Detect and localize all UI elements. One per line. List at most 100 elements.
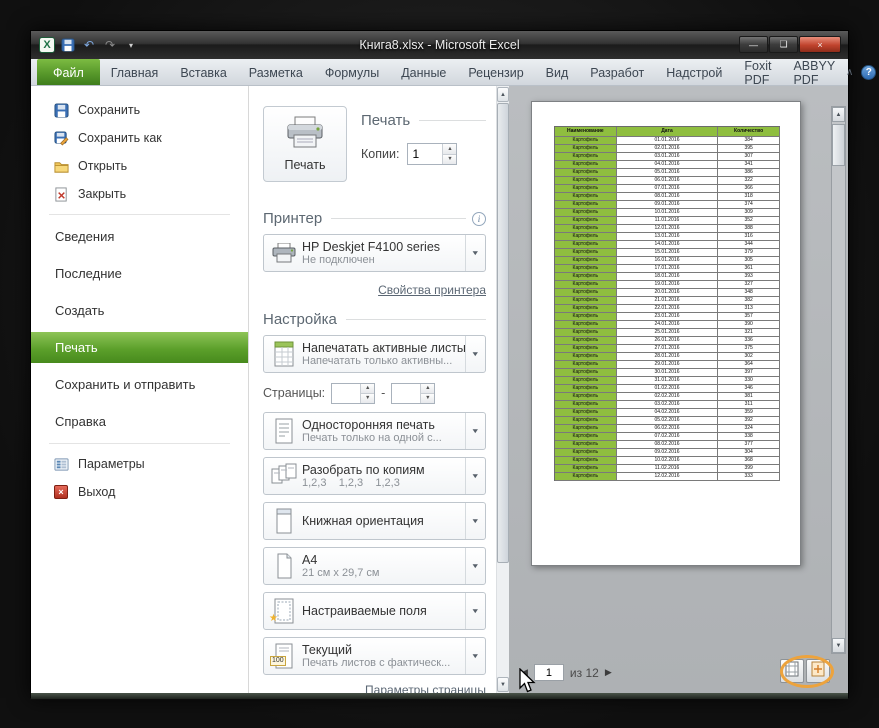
show-margins-button[interactable] xyxy=(780,659,804,683)
preview-table: Наименование Дата Количество Картофель 0… xyxy=(554,126,780,481)
ribbon-tab-row: Файл Главная Вставка Разметка Формулы Да… xyxy=(31,59,877,87)
ribbon-tab[interactable]: Данные xyxy=(390,59,457,85)
close-button[interactable]: × xyxy=(799,36,841,53)
help-icon[interactable]: ? xyxy=(861,64,877,80)
table-row: Картофель 30.01.2016 397 xyxy=(555,369,780,377)
table-row: Картофель 24.01.2016 390 xyxy=(555,321,780,329)
ribbon-tab[interactable]: Главная xyxy=(100,59,170,85)
sidebar-item-options[interactable]: Параметры xyxy=(31,450,248,478)
restore-button[interactable]: ❏ xyxy=(769,36,798,53)
scrollbar-thumb[interactable] xyxy=(497,103,509,563)
table-row: Картофель 14.01.2016 344 xyxy=(555,241,780,249)
print-what-select[interactable]: Напечатать активные листы Напечатать тол… xyxy=(263,335,486,373)
qat-save-icon[interactable] xyxy=(60,37,76,53)
copies-input[interactable] xyxy=(408,144,443,164)
settings-scrollbar[interactable]: ▲ ▼ xyxy=(496,86,509,693)
paper-size-arrow[interactable]: ▼ xyxy=(465,548,485,584)
preview-scrollbar[interactable]: ▲ ▼ xyxy=(831,106,846,654)
table-row: Картофель 22.01.2016 313 xyxy=(555,305,780,313)
sidebar-separator-bottom xyxy=(49,443,230,444)
ribbon-tab[interactable]: Файл xyxy=(37,59,100,85)
open-folder-icon xyxy=(53,158,69,174)
pages-to-input[interactable] xyxy=(392,383,421,403)
sidebar-item-close[interactable]: Закрыть xyxy=(31,180,248,208)
orientation-arrow[interactable]: ▼ xyxy=(465,503,485,539)
ribbon-collapse-icon[interactable]: ∧ xyxy=(846,67,853,78)
ribbon-tab[interactable]: ABBYY PDF xyxy=(782,59,845,87)
margins-icon: ★ xyxy=(269,598,299,624)
collate-select[interactable]: Разобрать по копиям 1,2,3 1,2,3 1,2,3 ▼ xyxy=(263,457,486,495)
collate-arrow[interactable]: ▼ xyxy=(465,458,485,494)
table-row: Картофель 05.02.2016 392 xyxy=(555,417,780,425)
margins-arrow[interactable]: ▼ xyxy=(465,593,485,629)
margins-select[interactable]: ★ Настраиваемые поля ▼ xyxy=(263,592,486,630)
sidebar-nav-item[interactable]: Последние xyxy=(31,258,248,289)
pages-to-stepper[interactable]: ▲ ▼ xyxy=(391,382,436,404)
current-page-input[interactable] xyxy=(533,664,564,681)
sidebar-nav-item[interactable]: Справка xyxy=(31,406,248,437)
redo-icon[interactable]: ↷ xyxy=(102,37,118,53)
print-what-arrow[interactable]: ▼ xyxy=(465,336,485,372)
preview-zoom-buttons xyxy=(780,659,830,683)
scaling-arrow[interactable]: ▼ xyxy=(465,638,485,674)
zoom-to-page-button[interactable] xyxy=(806,659,830,683)
sidebar-item-save[interactable]: Сохранить xyxy=(31,96,248,124)
table-row: Картофель 29.01.2016 364 xyxy=(555,361,780,369)
scroll-down-button[interactable]: ▼ xyxy=(497,677,509,692)
printer-select[interactable]: HP Deskjet F4100 series Не подключен ▼ xyxy=(263,234,486,272)
settings-section-heading: Настройка xyxy=(263,311,486,328)
preview-scroll-up-button[interactable]: ▲ xyxy=(832,107,845,122)
title-bar[interactable]: X ↶ ↷ ▾ Книга8.xlsx - Microsoft Excel — … xyxy=(31,31,848,59)
paper-size-select[interactable]: A4 21 см x 29,7 см ▼ xyxy=(263,547,486,585)
copies-spin-arrows[interactable]: ▲ ▼ xyxy=(442,144,457,164)
window-title: Книга8.xlsx - Microsoft Excel xyxy=(359,38,520,52)
ribbon-tab[interactable]: Надстрой xyxy=(655,59,733,85)
one-sided-page-icon xyxy=(269,418,299,444)
ribbon-tab[interactable]: Вставка xyxy=(169,59,237,85)
scroll-up-button[interactable]: ▲ xyxy=(497,87,509,102)
print-button[interactable]: Печать xyxy=(263,106,347,182)
sidebar-item-open[interactable]: Открыть xyxy=(31,152,248,180)
printer-dropdown-arrow[interactable]: ▼ xyxy=(465,235,485,271)
table-row: Картофель 01.02.2016 346 xyxy=(555,385,780,393)
ribbon-tab[interactable]: Формулы xyxy=(314,59,390,85)
duplex-arrow[interactable]: ▼ xyxy=(465,413,485,449)
previous-page-button[interactable]: ◀ xyxy=(521,667,528,678)
table-row: Картофель 08.02.2016 377 xyxy=(555,441,780,449)
undo-icon[interactable]: ↶ xyxy=(81,37,97,53)
sidebar-nav-item[interactable]: Сохранить и отправить xyxy=(31,369,248,400)
table-row: Картофель 07.01.2016 366 xyxy=(555,185,780,193)
table-row: Картофель 06.02.2016 324 xyxy=(555,425,780,433)
qat-customize-icon[interactable]: ▾ xyxy=(123,37,139,53)
ribbon-tab[interactable]: Разметка xyxy=(238,59,314,85)
table-row: Картофель 09.02.2016 304 xyxy=(555,449,780,457)
ribbon-tab[interactable]: Foxit PDF xyxy=(733,59,782,87)
scaling-select[interactable]: 100 Текущий Печать листов с фактическ...… xyxy=(263,637,486,675)
sidebar-nav-item[interactable]: Создать xyxy=(31,295,248,326)
table-row: Картофель 23.01.2016 357 xyxy=(555,313,780,321)
sidebar-item-save-as[interactable]: Сохранить как xyxy=(31,124,248,152)
ribbon-tab[interactable]: Рецензир xyxy=(457,59,534,85)
spin-up-icon: ▲ xyxy=(443,144,457,155)
sidebar-item-exit[interactable]: × Выход xyxy=(31,478,248,506)
page-setup-link[interactable]: Параметры страницы xyxy=(365,683,486,693)
scroll-up-icon: ▲ xyxy=(835,111,842,118)
minimize-button[interactable]: — xyxy=(739,36,768,53)
preview-scroll-down-button[interactable]: ▼ xyxy=(832,638,845,653)
sidebar-nav-item[interactable]: Печать xyxy=(31,332,248,363)
excel-logo-icon[interactable]: X xyxy=(39,37,55,53)
ribbon-tab[interactable]: Разработ xyxy=(579,59,655,85)
orientation-select[interactable]: Книжная ориентация ▼ xyxy=(263,502,486,540)
duplex-select[interactable]: Односторонняя печать Печать только на од… xyxy=(263,412,486,450)
info-icon[interactable]: i xyxy=(472,211,486,226)
sidebar-separator xyxy=(49,214,230,215)
next-page-button[interactable]: ▶ xyxy=(605,667,612,678)
copies-stepper[interactable]: ▲ ▼ xyxy=(407,143,458,165)
printer-properties-link[interactable]: Свойства принтера xyxy=(378,283,486,297)
table-row: Картофель 07.02.2016 338 xyxy=(555,433,780,441)
pages-from-stepper[interactable]: ▲ ▼ xyxy=(331,382,376,404)
preview-scrollbar-thumb[interactable] xyxy=(832,124,845,166)
pages-from-input[interactable] xyxy=(332,383,361,403)
sidebar-nav-item[interactable]: Сведения xyxy=(31,221,248,252)
ribbon-tab[interactable]: Вид xyxy=(535,59,580,85)
